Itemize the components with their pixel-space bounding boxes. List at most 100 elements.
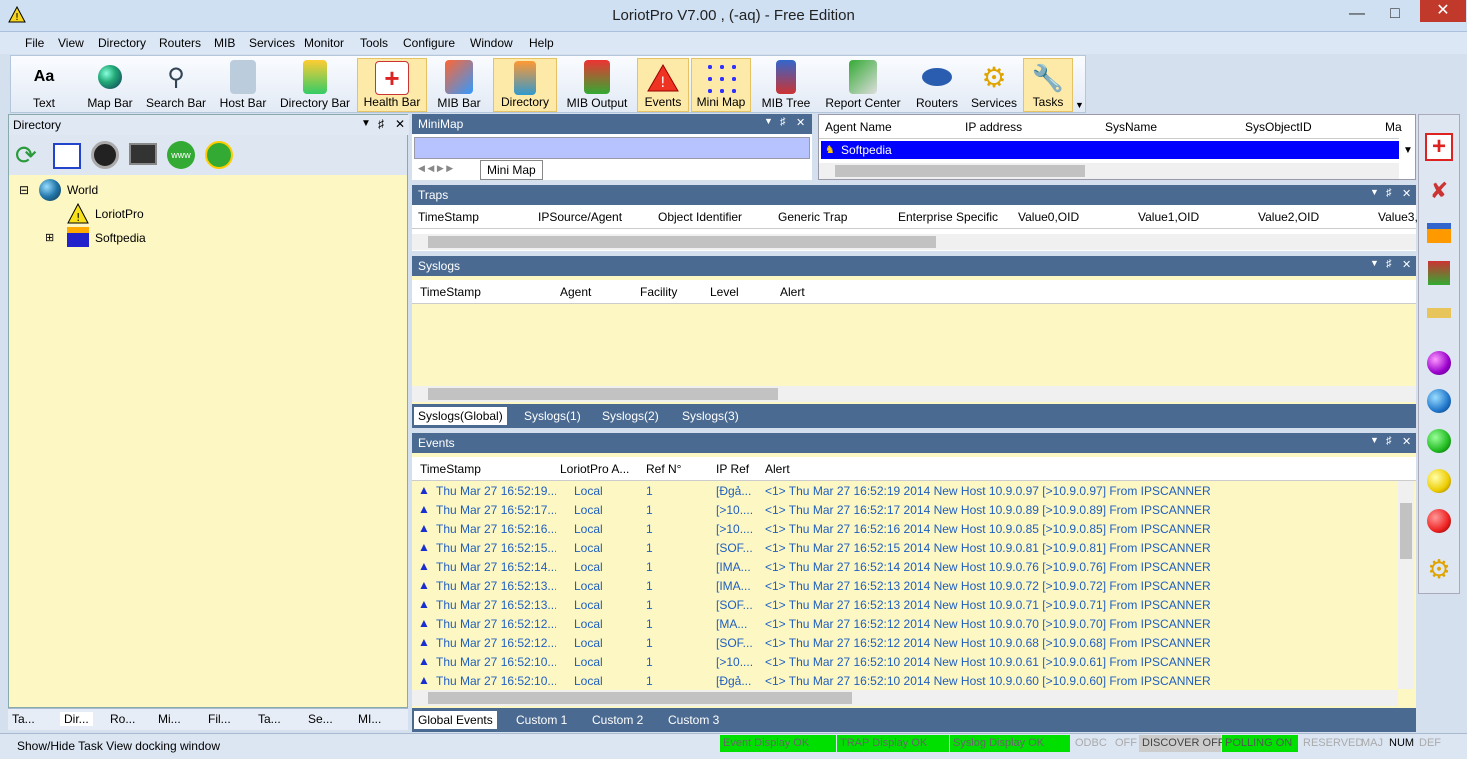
- tasks-button[interactable]: 🔧 Tasks: [1023, 58, 1073, 112]
- event-row[interactable]: ▲ Thu Mar 27 16:52:13... Local 1 [SOF... <1> …: [412, 595, 1396, 614]
- tab-minimap[interactable]: Mi...: [158, 712, 181, 726]
- pin-icon[interactable]: ♯: [1386, 187, 1392, 199]
- col-loriotpro-agent[interactable]: LoriotPro A...: [560, 462, 629, 476]
- pin-icon[interactable]: ♯: [1386, 435, 1392, 447]
- text-tool-button[interactable]: Aa Text: [15, 58, 73, 112]
- tab-syslogs-global[interactable]: Syslogs(Global): [414, 407, 507, 425]
- col-ref-no[interactable]: Ref N°: [646, 462, 681, 476]
- tree-node-world[interactable]: World: [67, 183, 98, 197]
- col-ipsource[interactable]: IPSource/Agent: [538, 210, 622, 224]
- tasks-wrench-icon[interactable]: ⚙: [1421, 551, 1457, 587]
- menu-configure[interactable]: Configure: [403, 36, 455, 50]
- maximize-button[interactable]: □: [1378, 0, 1412, 28]
- map-bar-button[interactable]: Map Bar: [81, 58, 139, 112]
- col-sysname[interactable]: SysName: [1105, 120, 1157, 134]
- menu-monitor[interactable]: Monitor: [304, 36, 344, 50]
- link-icon[interactable]: [1421, 295, 1457, 331]
- tab-global-events[interactable]: Global Events: [414, 711, 497, 729]
- agents-scroll-down[interactable]: ▼: [1403, 145, 1413, 156]
- pin-icon[interactable]: ♯: [780, 116, 786, 128]
- health-bar-button[interactable]: + Health Bar: [357, 58, 427, 112]
- purple-ball-icon[interactable]: [1421, 345, 1457, 381]
- panel-close-icon[interactable]: ✕: [796, 116, 805, 129]
- event-row[interactable]: ▲ Thu Mar 27 16:52:14... Local 1 [IMA... <1> …: [412, 557, 1396, 576]
- panel-close-icon[interactable]: ✕: [395, 117, 405, 131]
- tab-routers[interactable]: Ro...: [110, 712, 135, 726]
- tree-expander-softpedia[interactable]: ⊞: [45, 231, 54, 244]
- menu-services[interactable]: Services: [249, 36, 295, 50]
- tab-mib[interactable]: MI...: [358, 712, 381, 726]
- mini-map-button[interactable]: Mini Map: [691, 58, 751, 112]
- col-agent-name[interactable]: Agent Name: [825, 120, 892, 134]
- checklist-icon[interactable]: [53, 143, 81, 169]
- col-ip-ref[interactable]: IP Ref: [716, 462, 749, 476]
- toolbar-overflow-icon[interactable]: ▼: [1075, 100, 1084, 110]
- pin-icon[interactable]: ♯: [1386, 258, 1392, 270]
- tab-tasks[interactable]: Ta...: [12, 712, 35, 726]
- tree-icon[interactable]: [1421, 215, 1457, 251]
- blue-ball-icon[interactable]: [1421, 383, 1457, 419]
- panel-menu-icon[interactable]: ▼: [1370, 435, 1379, 445]
- event-row[interactable]: ▲ Thu Mar 27 16:52:15... Local 1 [SOF... <1> …: [412, 538, 1396, 557]
- tab-syslogs-2[interactable]: Syslogs(2): [602, 409, 659, 423]
- menu-file[interactable]: File: [25, 36, 44, 50]
- gauge-icon[interactable]: [91, 141, 119, 169]
- tree-expander-world[interactable]: ⊟: [19, 183, 29, 197]
- tab-syslogs-3[interactable]: Syslogs(3): [682, 409, 739, 423]
- col-agent[interactable]: Agent: [560, 285, 591, 299]
- event-row[interactable]: ▲ Thu Mar 27 16:52:16... Local 1 [>10.... <1>…: [412, 519, 1396, 538]
- events-button[interactable]: ! Events: [637, 58, 689, 112]
- minimize-button[interactable]: —: [1340, 0, 1374, 28]
- panel-menu-icon[interactable]: ▼: [1370, 187, 1379, 197]
- event-row[interactable]: ▲ Thu Mar 27 16:52:10... Local 1 [Đgả... <1> …: [412, 671, 1396, 690]
- panel-menu-icon[interactable]: ▼: [361, 118, 371, 129]
- minimap-nav-arrows[interactable]: ◀ ◀ ▶ ▶: [418, 163, 453, 174]
- tab-custom-2[interactable]: Custom 2: [592, 713, 643, 727]
- col-generic-trap[interactable]: Generic Trap: [778, 210, 847, 224]
- menu-routers[interactable]: Routers: [159, 36, 201, 50]
- tree-node-softpedia[interactable]: Softpedia: [95, 231, 146, 245]
- red-ball-icon[interactable]: [1421, 503, 1457, 539]
- agent-row-selected[interactable]: ♞ Softpedia: [821, 141, 1399, 159]
- close-button[interactable]: ✕: [1420, 0, 1466, 22]
- menu-mib[interactable]: MIB: [214, 36, 235, 50]
- directory-view-button[interactable]: Directory: [493, 58, 557, 112]
- col-value1[interactable]: Value1,OID: [1138, 210, 1199, 224]
- panel-close-icon[interactable]: ✕: [1402, 187, 1411, 200]
- event-row[interactable]: ▲ Thu Mar 27 16:52:10... Local 1 [>10.... <1>…: [412, 652, 1396, 671]
- minimap-canvas[interactable]: [414, 137, 810, 159]
- tab-tasks-2[interactable]: Ta...: [258, 712, 281, 726]
- col-level[interactable]: Level: [710, 285, 739, 299]
- mib-tree-button[interactable]: MIB Tree: [757, 58, 815, 112]
- hierarchy-icon[interactable]: [1421, 255, 1457, 291]
- tab-syslogs-1[interactable]: Syslogs(1): [524, 409, 581, 423]
- col-timestamp[interactable]: TimeStamp: [420, 285, 481, 299]
- services-button[interactable]: ⚙ Services: [969, 58, 1019, 112]
- routers-button[interactable]: Routers: [909, 58, 965, 112]
- event-row[interactable]: ▲ Thu Mar 27 16:52:17... Local 1 [>10.... <1>…: [412, 500, 1396, 519]
- tools-icon[interactable]: ✘: [1421, 173, 1457, 209]
- directory-bar-button[interactable]: Directory Bar: [279, 58, 351, 112]
- col-facility[interactable]: Facility: [640, 285, 677, 299]
- panel-close-icon[interactable]: ✕: [1402, 435, 1411, 448]
- menu-view[interactable]: View: [58, 36, 84, 50]
- menu-window[interactable]: Window: [470, 36, 513, 50]
- panel-menu-icon[interactable]: ▼: [764, 116, 773, 126]
- col-enterprise[interactable]: Enterprise Specific: [898, 210, 998, 224]
- col-timestamp[interactable]: TimeStamp: [420, 462, 481, 476]
- secure-www-icon[interactable]: [205, 141, 233, 169]
- event-row[interactable]: ▲ Thu Mar 27 16:52:13... Local 1 [IMA... <1> …: [412, 576, 1396, 595]
- traps-hscroll[interactable]: [412, 234, 1416, 250]
- pin-icon[interactable]: ♯: [378, 117, 384, 131]
- tab-mini-map[interactable]: Mini Map: [480, 160, 543, 180]
- syslogs-hscroll[interactable]: [412, 386, 1416, 402]
- tab-directory[interactable]: Dir...: [60, 712, 93, 726]
- host-bar-button[interactable]: Host Bar: [215, 58, 271, 112]
- events-hscroll[interactable]: [412, 690, 1398, 706]
- col-value2[interactable]: Value2,OID: [1258, 210, 1319, 224]
- report-center-button[interactable]: Report Center: [821, 58, 905, 112]
- menu-directory[interactable]: Directory: [98, 36, 146, 50]
- mib-bar-button[interactable]: MIB Bar: [431, 58, 487, 112]
- menu-tools[interactable]: Tools: [360, 36, 388, 50]
- green-ball-icon[interactable]: [1421, 423, 1457, 459]
